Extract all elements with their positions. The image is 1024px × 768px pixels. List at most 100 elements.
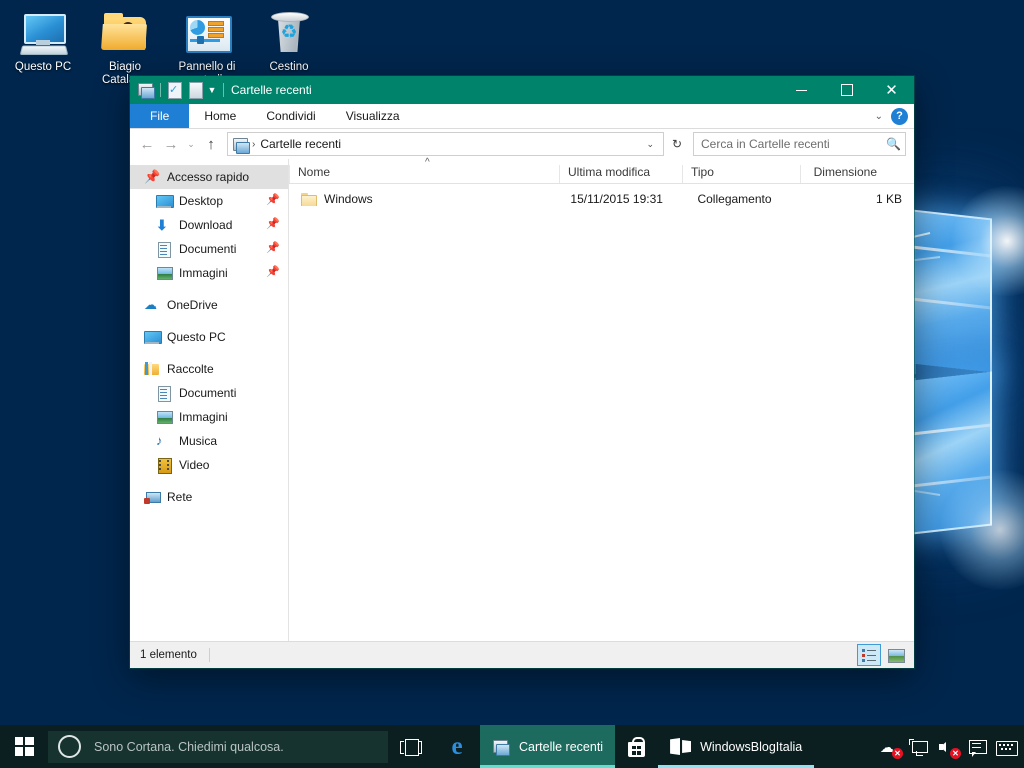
pin-icon[interactable]: 📌 — [266, 218, 280, 231]
libraries-icon — [144, 361, 160, 377]
nav-item-raccolte-immagini[interactable]: Immagini — [130, 405, 288, 429]
pin-icon[interactable]: 📌 — [266, 242, 280, 255]
nav-item-immagini[interactable]: Immagini 📌 — [130, 261, 288, 285]
help-button[interactable]: ? — [891, 107, 908, 125]
touch-keyboard-icon[interactable] — [996, 737, 1018, 757]
column-header-ultima-modifica[interactable]: Ultima modifica — [559, 165, 682, 183]
chevron-down-icon[interactable]: ⌄ — [640, 139, 660, 150]
desktop-icon-label: Cestino — [269, 61, 309, 73]
pin-icon[interactable]: 📌 — [266, 266, 280, 279]
tab-file[interactable]: File — [130, 104, 190, 128]
nav-item-raccolte-documenti[interactable]: Documenti — [130, 381, 288, 405]
folder-icon — [301, 192, 317, 206]
up-button[interactable]: ↑ — [200, 132, 222, 156]
volume-tray-icon[interactable]: ✕ — [938, 737, 961, 759]
taskbar-item-label: WindowsBlogItalia — [700, 739, 803, 754]
close-button[interactable]: ✕ — [869, 76, 914, 104]
task-view-button[interactable] — [388, 725, 434, 768]
network-tray-icon[interactable] — [909, 737, 929, 757]
nav-item-label: Desktop — [179, 194, 224, 208]
desktop-icon-recycle-bin[interactable]: ♻ Cestino — [250, 0, 328, 87]
view-toggle-group — [857, 644, 908, 666]
breadcrumb-separator: › — [252, 138, 256, 150]
onedrive-cloud-icon: ☁ — [144, 297, 157, 312]
nav-item-raccolte-video[interactable]: Video — [130, 453, 288, 477]
download-icon: ⬇ — [156, 217, 168, 233]
table-row[interactable]: Windows 15/11/2015 19:31 Collegamento 1 … — [289, 188, 914, 210]
nav-item-accesso-rapido[interactable]: 📌 Accesso rapido — [130, 165, 288, 189]
chevron-down-icon[interactable]: ⌄ — [875, 111, 883, 122]
details-view-button[interactable] — [857, 644, 881, 666]
start-button[interactable] — [0, 725, 48, 768]
column-header-dimensione[interactable]: Dimensione — [800, 165, 885, 183]
taskbar-item-windowsblogitalia[interactable]: WindowsBlogItalia — [658, 725, 815, 768]
nav-item-label: Accesso rapido — [167, 170, 250, 184]
taskbar-item-cartelle-recenti[interactable]: Cartelle recenti — [480, 725, 616, 768]
large-icons-view-button[interactable] — [884, 644, 908, 666]
cortana-search-box[interactable]: Sono Cortana. Chiedimi qualcosa. — [48, 730, 388, 763]
separator — [160, 83, 161, 97]
nav-item-label: Download — [179, 218, 233, 232]
address-bar-row: ← → ⌄ ↑ › Cartelle recenti ⌄ ↻ Cerca in … — [130, 129, 914, 159]
nav-item-documenti[interactable]: Documenti 📌 — [130, 237, 288, 261]
action-center-icon[interactable] — [967, 737, 987, 757]
properties-icon[interactable]: ✓ — [166, 81, 184, 99]
ribbon-tabs: File Home Condividi Visualizza ⌄ ? — [130, 104, 914, 129]
desktop-icon-user-folder[interactable]: Biagio Catalano — [86, 0, 164, 87]
sort-ascending-icon: ^ — [425, 157, 430, 168]
navigation-pane: 📌 Accesso rapido Desktop 📌 ⬇ Download 📌 — [130, 159, 289, 641]
breadcrumb-current[interactable]: Cartelle recenti — [260, 137, 341, 151]
maximize-button[interactable] — [824, 76, 869, 104]
ribbon-right-controls: ⌄ ? — [875, 104, 908, 128]
search-input[interactable]: Cerca in Cartelle recenti — [701, 137, 886, 151]
minimize-button[interactable] — [779, 76, 824, 104]
address-bar[interactable]: › Cartelle recenti ⌄ — [227, 132, 664, 156]
onedrive-tray-icon[interactable]: ☁ ✕ — [880, 737, 903, 759]
chevron-down-icon[interactable]: ▼ — [206, 81, 218, 99]
desktop: Questo PC Biagio Catalano Pannello di ♻ … — [0, 0, 1024, 768]
explorer-icon[interactable] — [137, 81, 155, 99]
column-header-tipo[interactable]: Tipo — [682, 165, 800, 183]
refresh-button[interactable]: ↻ — [666, 137, 688, 151]
search-box[interactable]: Cerca in Cartelle recenti 🔍 — [693, 132, 906, 156]
control-panel-icon — [183, 8, 232, 56]
desktop-icon-control-panel[interactable]: Pannello di controllo — [168, 0, 246, 87]
nav-item-label: Documenti — [179, 242, 237, 256]
nav-item-rete[interactable]: Rete — [130, 485, 288, 509]
nav-item-download[interactable]: ⬇ Download 📌 — [130, 213, 288, 237]
pin-icon[interactable]: 📌 — [266, 194, 280, 207]
tab-visualizza[interactable]: Visualizza — [331, 104, 415, 128]
nav-item-onedrive[interactable]: ☁ OneDrive — [130, 293, 288, 317]
nav-item-questo-pc[interactable]: Questo PC — [130, 325, 288, 349]
explorer-icon — [492, 738, 510, 756]
new-folder-icon[interactable] — [186, 81, 204, 99]
nav-item-label: Immagini — [179, 266, 228, 280]
recent-locations-button[interactable]: ⌄ — [184, 132, 198, 156]
cortana-placeholder: Sono Cortana. Chiedimi qualcosa. — [94, 739, 284, 754]
nav-item-label: Rete — [167, 490, 193, 504]
nav-item-desktop[interactable]: Desktop 📌 — [130, 189, 288, 213]
taskbar-item-store[interactable] — [615, 725, 658, 768]
back-button[interactable]: ← — [136, 132, 158, 156]
status-bar: 1 elemento — [130, 641, 914, 668]
taskbar-item-edge[interactable]: e — [434, 725, 480, 768]
quick-access-toolbar: ✓ ▼ — [130, 81, 227, 99]
star-pin-icon: 📌 — [144, 169, 161, 184]
tab-condividi[interactable]: Condividi — [251, 104, 330, 128]
divider — [208, 648, 210, 662]
nav-item-raccolte[interactable]: Raccolte — [130, 357, 288, 381]
file-explorer-window: ✓ ▼ Cartelle recenti ✕ File Home Condivi… — [130, 76, 914, 668]
window-titlebar[interactable]: ✓ ▼ Cartelle recenti ✕ — [130, 76, 914, 104]
large-icons-view-icon — [888, 649, 905, 663]
nav-item-label: Video — [179, 458, 210, 472]
store-icon — [627, 736, 646, 757]
desktop-icon-questo-pc[interactable]: Questo PC — [4, 0, 82, 87]
tab-home[interactable]: Home — [189, 104, 251, 128]
nav-item-raccolte-musica[interactable]: ♪ Musica — [130, 429, 288, 453]
forward-button[interactable]: → — [160, 132, 182, 156]
window-controls: ✕ — [779, 76, 914, 104]
column-header-nome[interactable]: Nome — [289, 165, 559, 183]
pictures-icon — [156, 409, 173, 425]
